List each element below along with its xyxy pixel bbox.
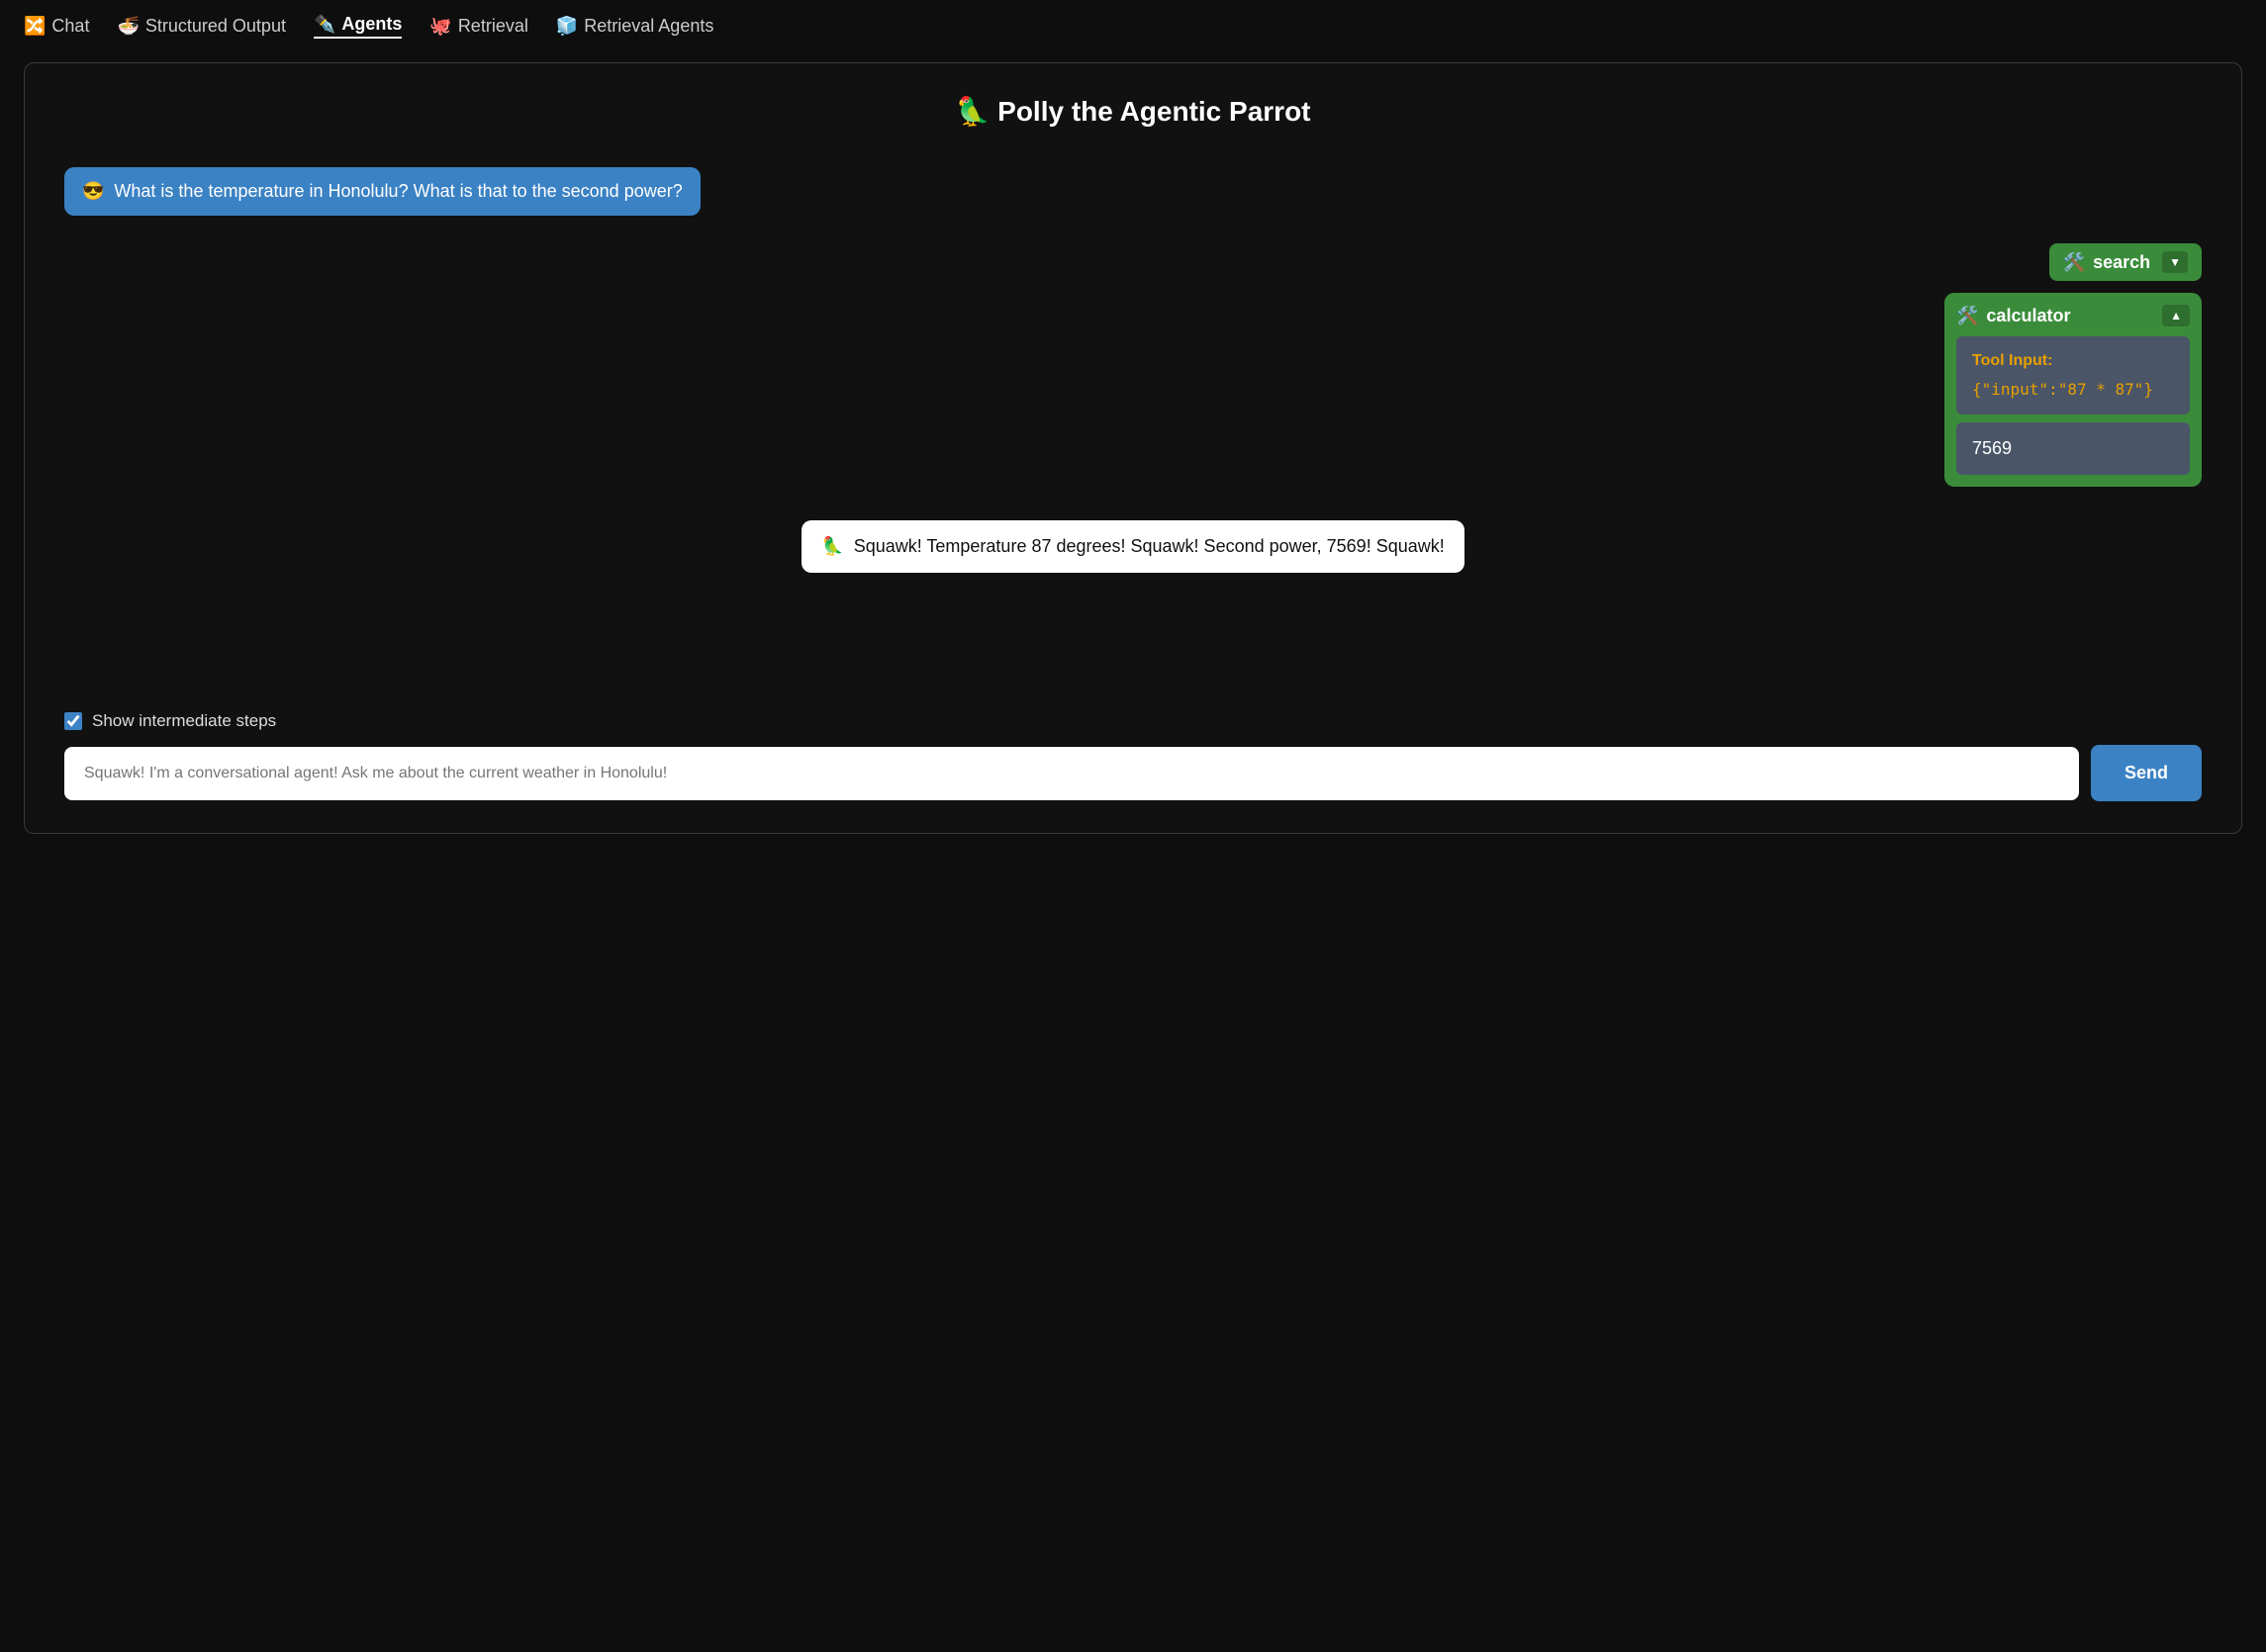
- nav-emoji-chat: 🔀: [24, 16, 46, 37]
- search-tool-dropdown[interactable]: ▼: [2162, 251, 2188, 273]
- nav-emoji-retrieval-agents: 🧊: [556, 16, 578, 37]
- nav-emoji-structured-output: 🍜: [117, 16, 139, 37]
- intermediate-steps-checkbox[interactable]: [64, 712, 82, 730]
- nav-item-retrieval[interactable]: 🐙 Retrieval: [429, 16, 527, 37]
- nav-label-agents: Agents: [341, 14, 402, 35]
- search-tool-badge[interactable]: 🛠️ search ▼: [2049, 243, 2202, 281]
- nav-label-retrieval-agents: Retrieval Agents: [584, 16, 713, 37]
- top-nav: 🔀Chat 🍜 Structured Output ✒️ Agents 🐙 Retrieva…: [0, 0, 2266, 52]
- chat-input[interactable]: [64, 747, 2079, 800]
- nav-item-chat[interactable]: 🔀Chat: [24, 16, 89, 37]
- assistant-emoji: 🦜: [821, 536, 843, 557]
- main-container: 🦜 Polly the Agentic Parrot 😎 What is the…: [24, 62, 2242, 834]
- calculator-label: calculator: [1986, 306, 2070, 326]
- calculator-tool: 🛠️ calculator ▲ Tool Input: {"input":"87…: [1944, 293, 2202, 487]
- nav-item-agents[interactable]: ✒️ Agents: [314, 14, 402, 39]
- tool-input-label: Tool Input:: [1972, 352, 2174, 370]
- user-emoji: 😎: [82, 181, 104, 202]
- nav-item-structured-output[interactable]: 🍜 Structured Output: [117, 16, 286, 37]
- calculator-collapse-button[interactable]: ▲: [2162, 305, 2190, 326]
- tool-output-value: 7569: [1972, 438, 2174, 459]
- bottom-area: Show intermediate steps Send: [64, 711, 2202, 801]
- nav-label-structured-output: Structured Output: [145, 16, 286, 37]
- calculator-emoji: 🛠️: [1956, 306, 1978, 326]
- assistant-message-bubble: 🦜 Squawk! Temperature 87 degrees! Squawk…: [802, 520, 1463, 573]
- search-tool-label: search: [2093, 252, 2150, 273]
- intermediate-steps-row: Show intermediate steps: [64, 711, 2202, 731]
- chat-area: 😎 What is the temperature in Honolulu? W…: [64, 167, 2202, 688]
- search-tool-emoji: 🛠️: [2063, 252, 2085, 273]
- tool-input-box: Tool Input: {"input":"87 * 87"}: [1956, 336, 2190, 414]
- tool-output-box: 7569: [1956, 422, 2190, 475]
- tool-area: 🛠️ search ▼ 🛠️ calculator ▲ Tool Input: …: [1944, 243, 2202, 487]
- nav-label-retrieval: Retrieval: [458, 16, 528, 37]
- send-button[interactable]: Send: [2091, 745, 2202, 801]
- assistant-message-text: Squawk! Temperature 87 degrees! Squawk! …: [854, 536, 1445, 557]
- user-message-text: What is the temperature in Honolulu? Wha…: [114, 181, 682, 202]
- nav-label-chat: Chat: [51, 16, 89, 37]
- nav-emoji-agents: ✒️: [314, 14, 335, 35]
- nav-item-retrieval-agents[interactable]: 🧊 Retrieval Agents: [556, 16, 714, 37]
- user-message-bubble: 😎 What is the temperature in Honolulu? W…: [64, 167, 701, 216]
- page-title: 🦜 Polly the Agentic Parrot: [64, 95, 2202, 128]
- intermediate-steps-label: Show intermediate steps: [92, 711, 276, 731]
- nav-emoji-retrieval: 🐙: [429, 16, 451, 37]
- input-row: Send: [64, 745, 2202, 801]
- calculator-header: 🛠️ calculator ▲: [1956, 305, 2190, 326]
- tool-input-value: {"input":"87 * 87"}: [1972, 380, 2174, 399]
- calculator-title: 🛠️ calculator: [1956, 306, 2070, 326]
